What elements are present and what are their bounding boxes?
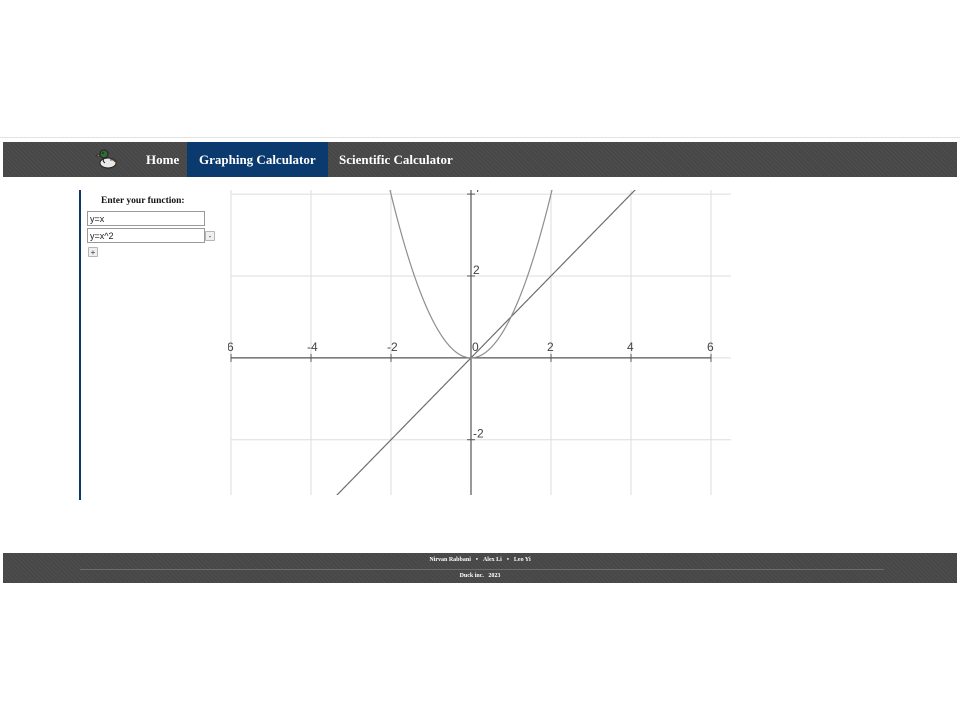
x-tick-label: 6 xyxy=(228,340,234,354)
duck-icon[interactable] xyxy=(95,147,119,171)
function-input-2[interactable] xyxy=(87,228,205,243)
y-tick-label: 4 xyxy=(473,190,480,195)
x-tick-label: -2 xyxy=(387,340,398,354)
y-tick-label: 2 xyxy=(473,263,480,277)
top-divider xyxy=(0,137,960,138)
footer-year: 2023 xyxy=(488,573,501,579)
footer: Nirvan Rabbani • Alex Li • Leo Yi Duck inc. … xyxy=(3,553,957,583)
series-line xyxy=(389,190,553,359)
footer-separator: • xyxy=(506,557,509,563)
nav-scientific-calculator[interactable]: Scientific Calculator xyxy=(327,142,465,177)
x-tick-label: 2 xyxy=(547,340,554,354)
footer-company: Duck inc. xyxy=(459,573,484,579)
footer-separator: • xyxy=(475,557,478,563)
function-input-1[interactable] xyxy=(87,211,205,226)
x-tick-label: -4 xyxy=(307,340,318,354)
y-tick-label: -2 xyxy=(473,427,484,441)
nav-graphing-calculator[interactable]: Graphing Calculator xyxy=(187,142,328,177)
footer-author: Nirvan Rabbani xyxy=(429,557,471,563)
remove-function-button[interactable]: - xyxy=(205,231,215,241)
x-tick-label: 4 xyxy=(627,340,634,354)
top-navbar: Home Graphing Calculator Scientific Calc… xyxy=(3,142,957,177)
footer-author: Leo Yi xyxy=(513,557,531,563)
x-tick-label: 0 xyxy=(472,340,479,354)
series-line xyxy=(336,190,636,495)
footer-copyright: Duck inc. 2023 xyxy=(3,573,957,579)
footer-author: Alex Li xyxy=(482,557,502,563)
function-panel-title: Enter your function: xyxy=(101,196,185,206)
function-graph[interactable]: 6 -4 -2 0 2 4 6 -2 2 4 xyxy=(228,190,738,495)
nav-home[interactable]: Home xyxy=(134,142,191,177)
function-panel: Enter your function: - + xyxy=(79,190,226,500)
add-function-button[interactable]: + xyxy=(88,247,98,257)
footer-divider xyxy=(80,569,884,570)
x-tick-label: 6 xyxy=(707,340,714,354)
footer-authors: Nirvan Rabbani • Alex Li • Leo Yi xyxy=(3,557,957,563)
